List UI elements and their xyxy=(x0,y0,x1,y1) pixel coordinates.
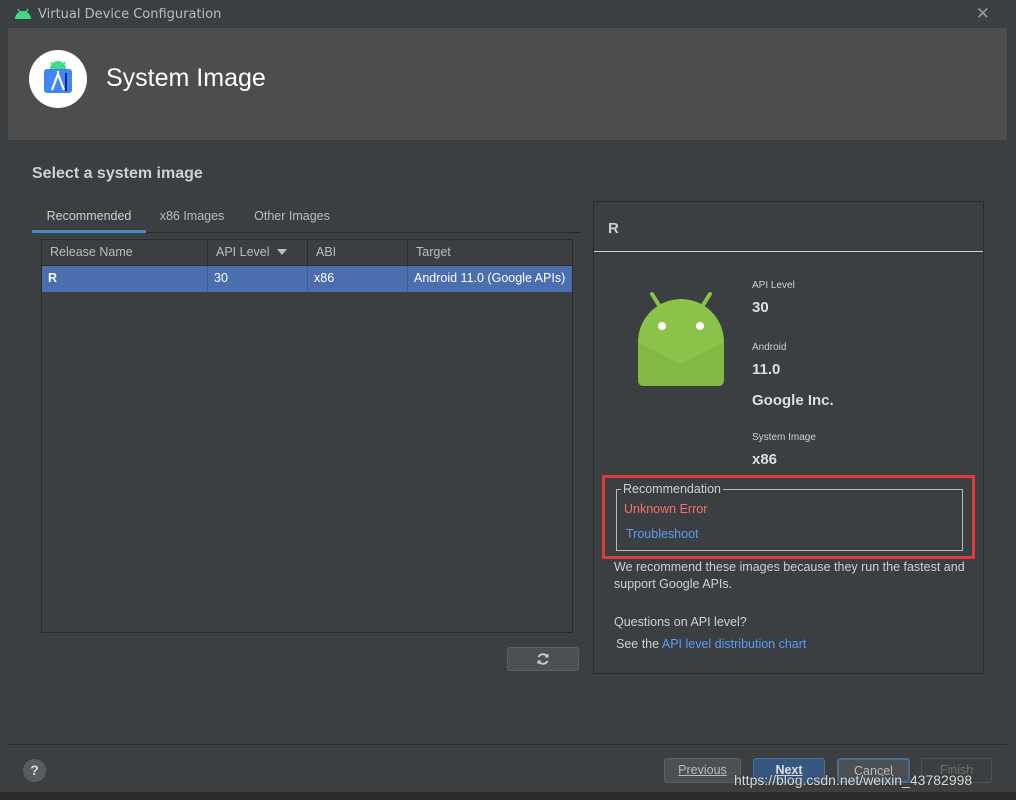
page-title: System Image xyxy=(106,64,266,92)
refresh-button[interactable] xyxy=(507,647,579,671)
main-content: Select a system image Recommended x86 Im… xyxy=(8,140,1007,744)
close-icon[interactable]: ✕ xyxy=(976,4,990,24)
previous-button[interactable]: Previous xyxy=(664,758,741,783)
details-release-name: R xyxy=(608,220,619,237)
tab-recommended[interactable]: Recommended xyxy=(32,204,146,233)
cell-abi: x86 xyxy=(308,266,408,292)
column-abi[interactable]: ABI xyxy=(308,240,408,266)
refresh-icon xyxy=(537,653,549,665)
previous-button-label: Previous xyxy=(678,763,727,777)
image-tabs: Recommended x86 Images Other Images xyxy=(32,204,581,233)
vendor-value: Google Inc. xyxy=(752,392,834,409)
recommendation-label: Recommendation xyxy=(621,482,723,496)
column-api-level[interactable]: API Level xyxy=(208,240,308,266)
tab-x86-images[interactable]: x86 Images xyxy=(150,204,234,233)
sort-desc-icon xyxy=(277,249,287,255)
api-chart-line: See the API level distribution chart xyxy=(616,637,806,651)
help-icon[interactable]: ? xyxy=(23,759,46,782)
api-questions-text: Questions on API level? xyxy=(614,615,747,629)
wizard-header: System Image xyxy=(8,28,1007,140)
api-level-chart-link[interactable]: API level distribution chart xyxy=(662,637,807,651)
api-level-value: 30 xyxy=(752,299,769,316)
system-image-table: Release Name API Level ABI Target R 30 x… xyxy=(41,239,573,633)
android-studio-logo-icon xyxy=(29,50,87,108)
window-title: Virtual Device Configuration xyxy=(38,6,222,22)
recommendation-description: We recommend these images because they r… xyxy=(614,560,965,591)
android-icon xyxy=(15,8,31,19)
android-version-value: 11.0 xyxy=(752,361,781,378)
android-label: Android xyxy=(752,342,787,353)
see-the-text: See the xyxy=(616,637,662,651)
cell-release-name: R xyxy=(42,266,208,292)
troubleshoot-link[interactable]: Troubleshoot xyxy=(626,527,699,541)
section-title: Select a system image xyxy=(32,165,203,182)
system-image-value: x86 xyxy=(752,451,778,468)
window-bottom-edge xyxy=(0,792,1016,800)
recommendation-box xyxy=(616,489,963,551)
api-level-label: API Level xyxy=(752,280,795,291)
column-release-name[interactable]: Release Name xyxy=(42,240,208,266)
column-target[interactable]: Target xyxy=(408,240,574,266)
cell-api-level: 30 xyxy=(208,266,308,292)
tab-other-images[interactable]: Other Images xyxy=(242,204,342,233)
image-details-panel: R API Level 30 Android 11.0 Google Inc. … xyxy=(593,201,984,674)
cell-target: Android 11.0 (Google APIs) xyxy=(414,271,566,285)
watermark-text: https://blog.csdn.net/weixin_43782998 xyxy=(734,772,973,788)
title-bar: Virtual Device Configuration ✕ xyxy=(0,0,1016,28)
recommendation-error: Unknown Error xyxy=(624,502,708,516)
table-header: Release Name API Level ABI Target xyxy=(42,240,572,266)
android-robot-icon xyxy=(638,292,724,386)
details-divider xyxy=(594,251,983,252)
table-row[interactable]: R 30 x86 Android 11.0 (Google APIs) xyxy=(42,266,572,292)
column-api-level-label: API Level xyxy=(216,245,270,259)
system-image-label: System Image xyxy=(752,432,816,443)
